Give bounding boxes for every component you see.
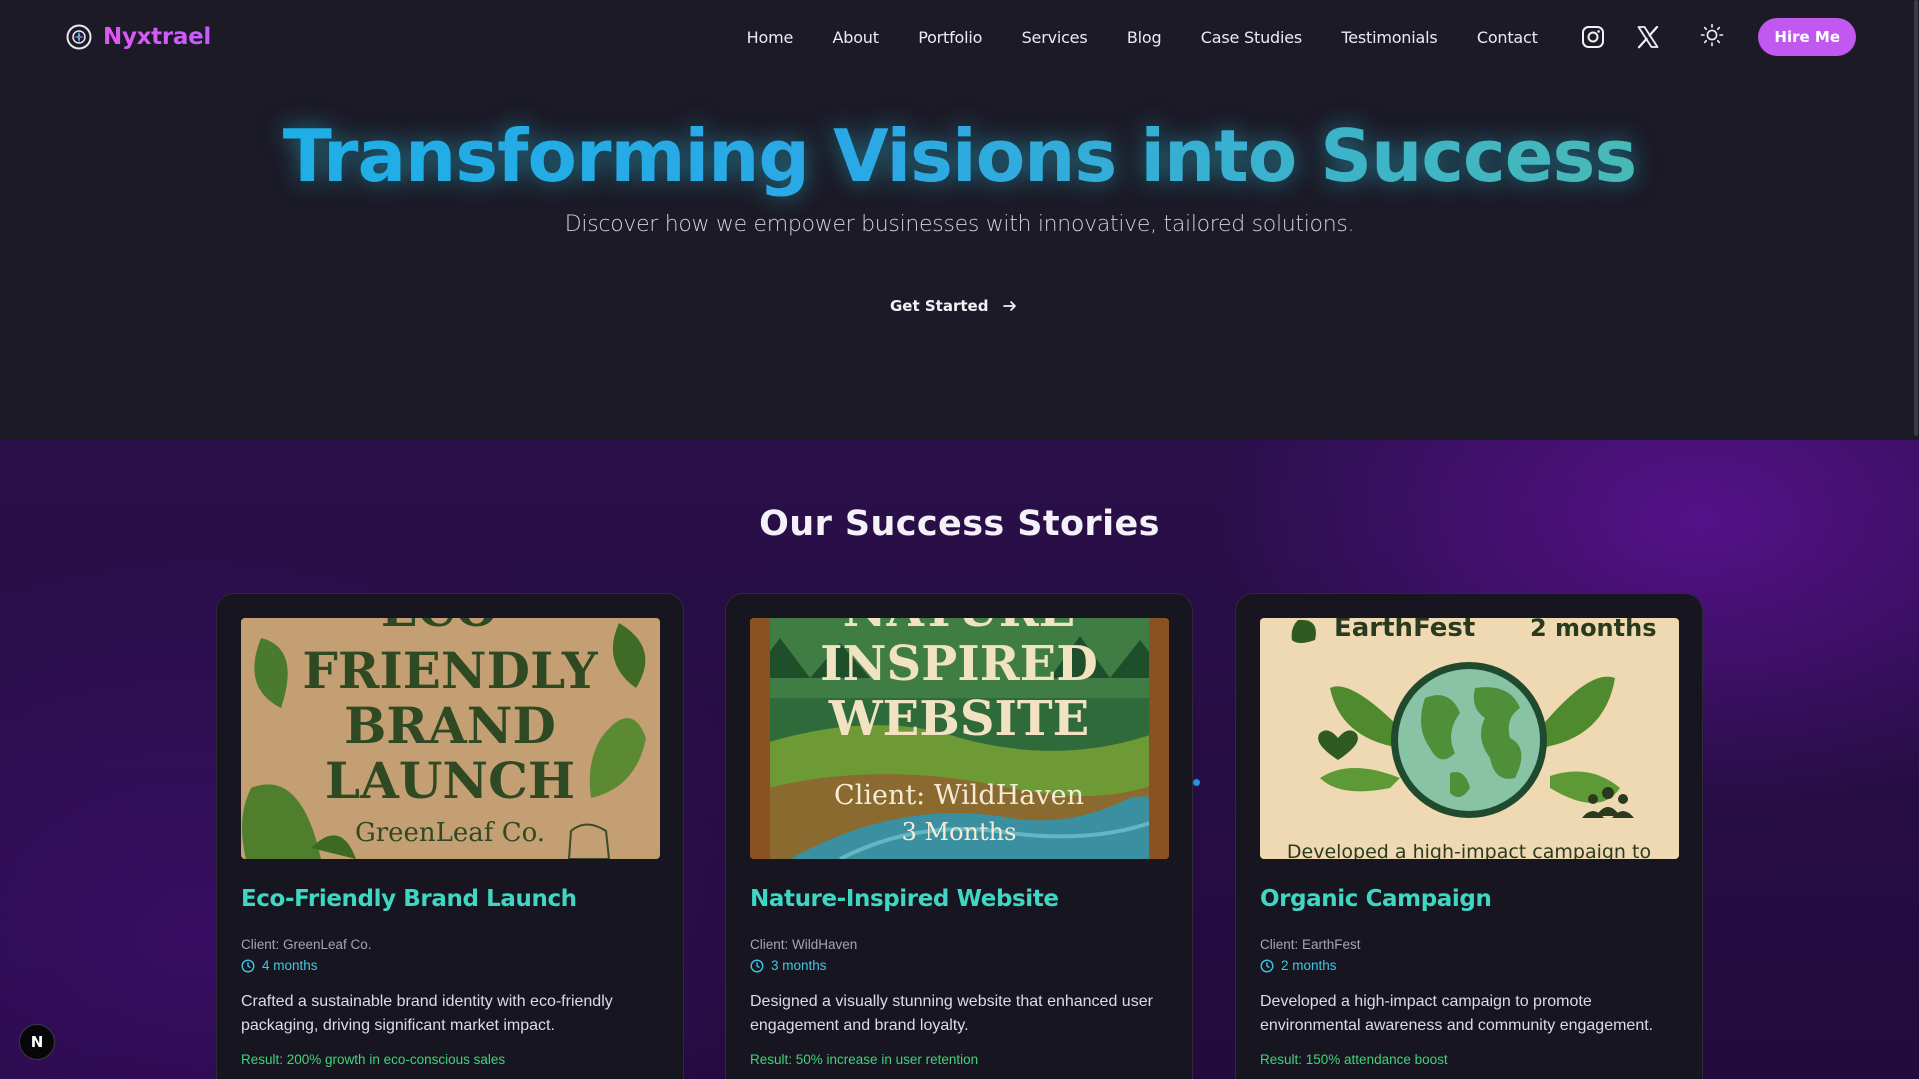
earthfest-illustration: EarthFest 2 months Developed a high-impa…	[1260, 618, 1679, 859]
hero-subtitle: Discover how we empower businesses with …	[564, 212, 1355, 237]
image-text: NATURE	[843, 618, 1076, 638]
x-icon[interactable]	[1636, 25, 1660, 49]
image-text: INSPIRED	[820, 636, 1098, 692]
story-card-nature-inspired[interactable]: NATURE INSPIRED WEBSITE Client: WildHave…	[725, 593, 1193, 1079]
story-card-image: ECO- FRIENDLY BRAND LAUNCH GreenLeaf Co.	[241, 618, 660, 859]
image-text: EarthFest	[1334, 618, 1475, 643]
image-text: WEBSITE	[828, 691, 1089, 747]
instagram-icon[interactable]	[1581, 25, 1605, 49]
nav-link-services[interactable]: Services	[1002, 28, 1107, 47]
theme-toggle[interactable]	[1700, 23, 1724, 52]
story-card-duration: 2 months	[1260, 958, 1337, 973]
story-card-image: EarthFest 2 months Developed a high-impa…	[1260, 618, 1679, 859]
duration-label: 3 months	[771, 958, 827, 973]
image-text: LAUNCH	[325, 751, 575, 810]
eco-brand-illustration: ECO- FRIENDLY BRAND LAUNCH GreenLeaf Co.	[241, 618, 660, 859]
story-card-result: Result: 50% increase in user retention	[750, 1052, 979, 1067]
nav-right: Home About Portfolio Services Blog Case …	[727, 18, 1856, 56]
story-card-duration: 4 months	[241, 958, 318, 973]
image-text: ECO-	[381, 618, 519, 638]
story-card-organic-campaign[interactable]: EarthFest 2 months Developed a high-impa…	[1235, 593, 1703, 1079]
story-card-description: Developed a high-impact campaign to prom…	[1260, 993, 1654, 1034]
image-text: Developed a high-impact campaign to	[1287, 841, 1651, 859]
hero-section: Transforming Visions into Success Discov…	[0, 74, 1919, 440]
scrollbar-thumb[interactable]	[1914, 0, 1918, 436]
social-links	[1581, 25, 1660, 49]
story-card-title: Eco-Friendly Brand Launch	[241, 886, 577, 912]
story-card-description: Designed a visually stunning website tha…	[750, 993, 1153, 1034]
nav-link-contact[interactable]: Contact	[1457, 28, 1557, 47]
duration-label: 2 months	[1281, 958, 1337, 973]
get-started-button[interactable]: Get Started	[890, 288, 1018, 324]
nav-link-testimonials[interactable]: Testimonials	[1322, 28, 1457, 47]
compass-logo-icon	[66, 24, 92, 50]
nav-link-portfolio[interactable]: Portfolio	[899, 28, 1002, 47]
story-card-eco-friendly[interactable]: ECO- FRIENDLY BRAND LAUNCH GreenLeaf Co.…	[216, 593, 684, 1079]
clock-icon	[241, 958, 255, 973]
image-text: 2 months	[1530, 618, 1656, 642]
navbar: Nyxtrael Home About Portfolio Services B…	[0, 0, 1919, 74]
story-card-title: Organic Campaign	[1260, 886, 1492, 912]
clock-icon	[1260, 958, 1274, 973]
story-card-result: Result: 200% growth in eco-conscious sal…	[241, 1052, 506, 1067]
brand[interactable]: Nyxtrael	[65, 23, 211, 51]
image-text: BRAND	[344, 696, 556, 755]
nav-link-about[interactable]: About	[813, 28, 899, 47]
nav-links: Home About Portfolio Services Blog Case …	[727, 28, 1557, 47]
story-card-client: Client: GreenLeaf Co.	[241, 937, 372, 952]
dev-tools-badge[interactable]: N	[19, 1024, 55, 1060]
story-card-image: NATURE INSPIRED WEBSITE Client: WildHave…	[750, 618, 1169, 859]
duration-label: 4 months	[262, 958, 318, 973]
nav-link-blog[interactable]: Blog	[1107, 28, 1181, 47]
hire-me-button[interactable]: Hire Me	[1758, 18, 1856, 56]
nav-link-case-studies[interactable]: Case Studies	[1181, 28, 1322, 47]
section-title: Our Success Stories	[759, 504, 1160, 544]
story-card-client: Client: WildHaven	[750, 937, 858, 952]
get-started-label: Get Started	[890, 297, 989, 315]
carousel-dot	[1193, 779, 1200, 786]
story-card-result: Result: 150% attendance boost	[1260, 1052, 1448, 1067]
sun-icon	[1701, 23, 1724, 46]
image-text: Client: WildHaven	[834, 780, 1084, 811]
story-card-title: Nature-Inspired Website	[750, 886, 1059, 912]
arrow-right-icon	[1003, 301, 1017, 311]
image-text: 3 Months	[902, 818, 1017, 846]
image-text: FRIENDLY	[302, 641, 599, 700]
success-stories-section: Our Success Stories ECO- FRIENDLY BRAND …	[0, 440, 1919, 1079]
nav-link-home[interactable]: Home	[727, 28, 813, 47]
nature-website-illustration: NATURE INSPIRED WEBSITE Client: WildHave…	[750, 618, 1169, 859]
hero-title: Transforming Visions into Success	[0, 114, 1919, 198]
story-card-client: Client: EarthFest	[1260, 937, 1361, 952]
story-card-duration: 3 months	[750, 958, 827, 973]
story-card-description: Crafted a sustainable brand identity wit…	[241, 993, 613, 1034]
clock-icon	[750, 958, 764, 973]
brand-name: Nyxtrael	[103, 24, 212, 50]
image-text: GreenLeaf Co.	[355, 818, 545, 848]
